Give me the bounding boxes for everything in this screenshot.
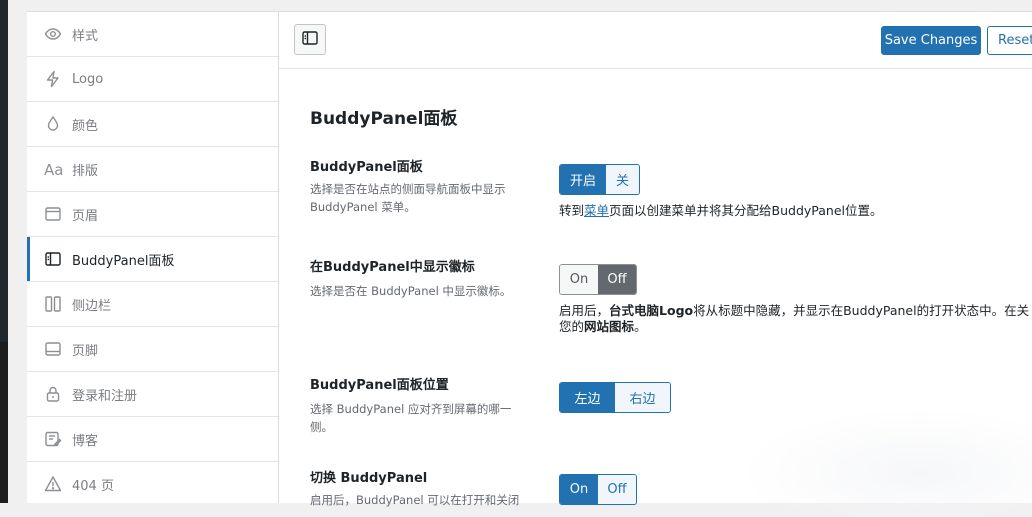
toggle-option-left[interactable]: 左边	[560, 383, 615, 412]
toggle-option-on[interactable]: 开启	[560, 165, 606, 194]
footer-icon	[44, 340, 62, 358]
typography-icon: Aa	[44, 160, 64, 179]
show-logo-note-line2: 您的网站图标。	[559, 319, 647, 334]
reset-button[interactable]: Reset	[987, 26, 1032, 55]
sidebar-item-label: 侧边栏	[72, 298, 112, 314]
lightning-icon	[44, 70, 62, 88]
sidebar-item-style[interactable]: 样式	[27, 12, 278, 57]
toggle-option-right[interactable]: 右边	[615, 383, 670, 412]
sidebar-item-label: 404 页	[72, 478, 114, 494]
sidebar-item-label: 样式	[72, 28, 99, 44]
panel-icon	[44, 250, 62, 268]
sidebar-item-label: 博客	[72, 433, 99, 449]
sidebar-item-header[interactable]: 页眉	[27, 192, 278, 237]
sidebar-item-404[interactable]: 404 页	[27, 462, 278, 503]
options-toolbar: Save Changes Reset	[279, 12, 1032, 69]
toggle-option-off[interactable]: Off	[598, 475, 636, 504]
section-title: BuddyPanel面板	[310, 109, 458, 129]
sidebar-item-typography[interactable]: Aa 排版	[27, 147, 278, 192]
sidebar-item-buddypanel[interactable]: BuddyPanel面板	[27, 237, 278, 282]
save-changes-button[interactable]: Save Changes	[881, 26, 981, 55]
buddypanel-toggle[interactable]: 开启 关	[559, 164, 640, 195]
toggle-option-off[interactable]: 关	[606, 165, 639, 194]
sidebar-item-label: 页眉	[72, 208, 99, 224]
option-desc-buddypanel: 选择是否在站点的侧面导航面板中显示 BuddyPanel 菜单。	[310, 182, 506, 214]
sidebar-item-colors[interactable]: 颜色	[27, 102, 278, 147]
option-title-buddypanel: BuddyPanel面板	[310, 160, 423, 175]
toggle-option-on[interactable]: On	[560, 475, 598, 504]
blog-icon	[44, 430, 62, 448]
option-title-toggle-buddypanel: 切换 BuddyPanel	[310, 471, 428, 486]
toggle-option-on[interactable]: On	[560, 265, 598, 294]
sidebar-icon	[44, 295, 62, 313]
drop-icon	[44, 115, 62, 133]
sidebar-item-sidebar[interactable]: 侧边栏	[27, 282, 278, 327]
option-desc-toggle-buddypanel: 启用后，BuddyPanel 可以在打开和关闭	[310, 493, 520, 507]
panel-icon	[301, 29, 319, 51]
sidebar-item-label: 排版	[72, 163, 99, 179]
position-toggle[interactable]: 左边 右边	[559, 382, 671, 413]
panel-toggle-button[interactable]	[294, 24, 326, 55]
option-title-position: BuddyPanel面板位置	[310, 378, 449, 393]
admin-menu-edge	[0, 0, 8, 503]
show-logo-toggle[interactable]: On Off	[559, 264, 637, 295]
option-desc-show-logo: 选择是否在 BuddyPanel 中显示徽标。	[310, 284, 512, 298]
sidebar-item-label: BuddyPanel面板	[72, 253, 175, 269]
sidebar-item-logo[interactable]: Logo	[27, 57, 278, 102]
eye-icon	[44, 25, 62, 43]
option-title-show-logo: 在BuddyPanel中显示徽标	[310, 260, 475, 275]
sidebar-item-footer[interactable]: 页脚	[27, 327, 278, 372]
warning-icon	[44, 475, 62, 493]
sidebar-item-label: 页脚	[72, 343, 99, 359]
sidebar-item-label: 登录和注册	[72, 388, 138, 404]
menu-link[interactable]: 菜单	[584, 203, 609, 218]
background-fade	[739, 407, 1032, 517]
lock-icon	[44, 385, 62, 403]
show-logo-note-line1: 启用后，台式电脑Logo将从标题中隐藏，并显示在BuddyPanel的打开状态中…	[559, 303, 1030, 318]
buddypanel-note: 转到菜单页面以创建菜单并将其分配给BuddyPanel位置。	[559, 203, 883, 218]
sidebar-item-blog[interactable]: 博客	[27, 417, 278, 462]
options-sidebar: 样式 Logo 颜色 Aa 排版 页眉 BuddyPanel面板 侧边栏 页脚 …	[27, 12, 279, 503]
options-main: Save Changes Reset BuddyPanel面板 BuddyPan…	[279, 12, 1032, 517]
sidebar-item-login[interactable]: 登录和注册	[27, 372, 278, 417]
header-icon	[44, 205, 62, 223]
sidebar-item-label: 颜色	[72, 118, 99, 134]
toggle-option-off[interactable]: Off	[598, 265, 636, 294]
sidebar-item-label: Logo	[72, 71, 104, 87]
typography-glyph: Aa	[44, 161, 64, 179]
option-desc-position: 选择 BuddyPanel 应对齐到屏幕的哪一侧。	[310, 402, 512, 434]
toggle-buddypanel-toggle[interactable]: On Off	[559, 474, 637, 505]
